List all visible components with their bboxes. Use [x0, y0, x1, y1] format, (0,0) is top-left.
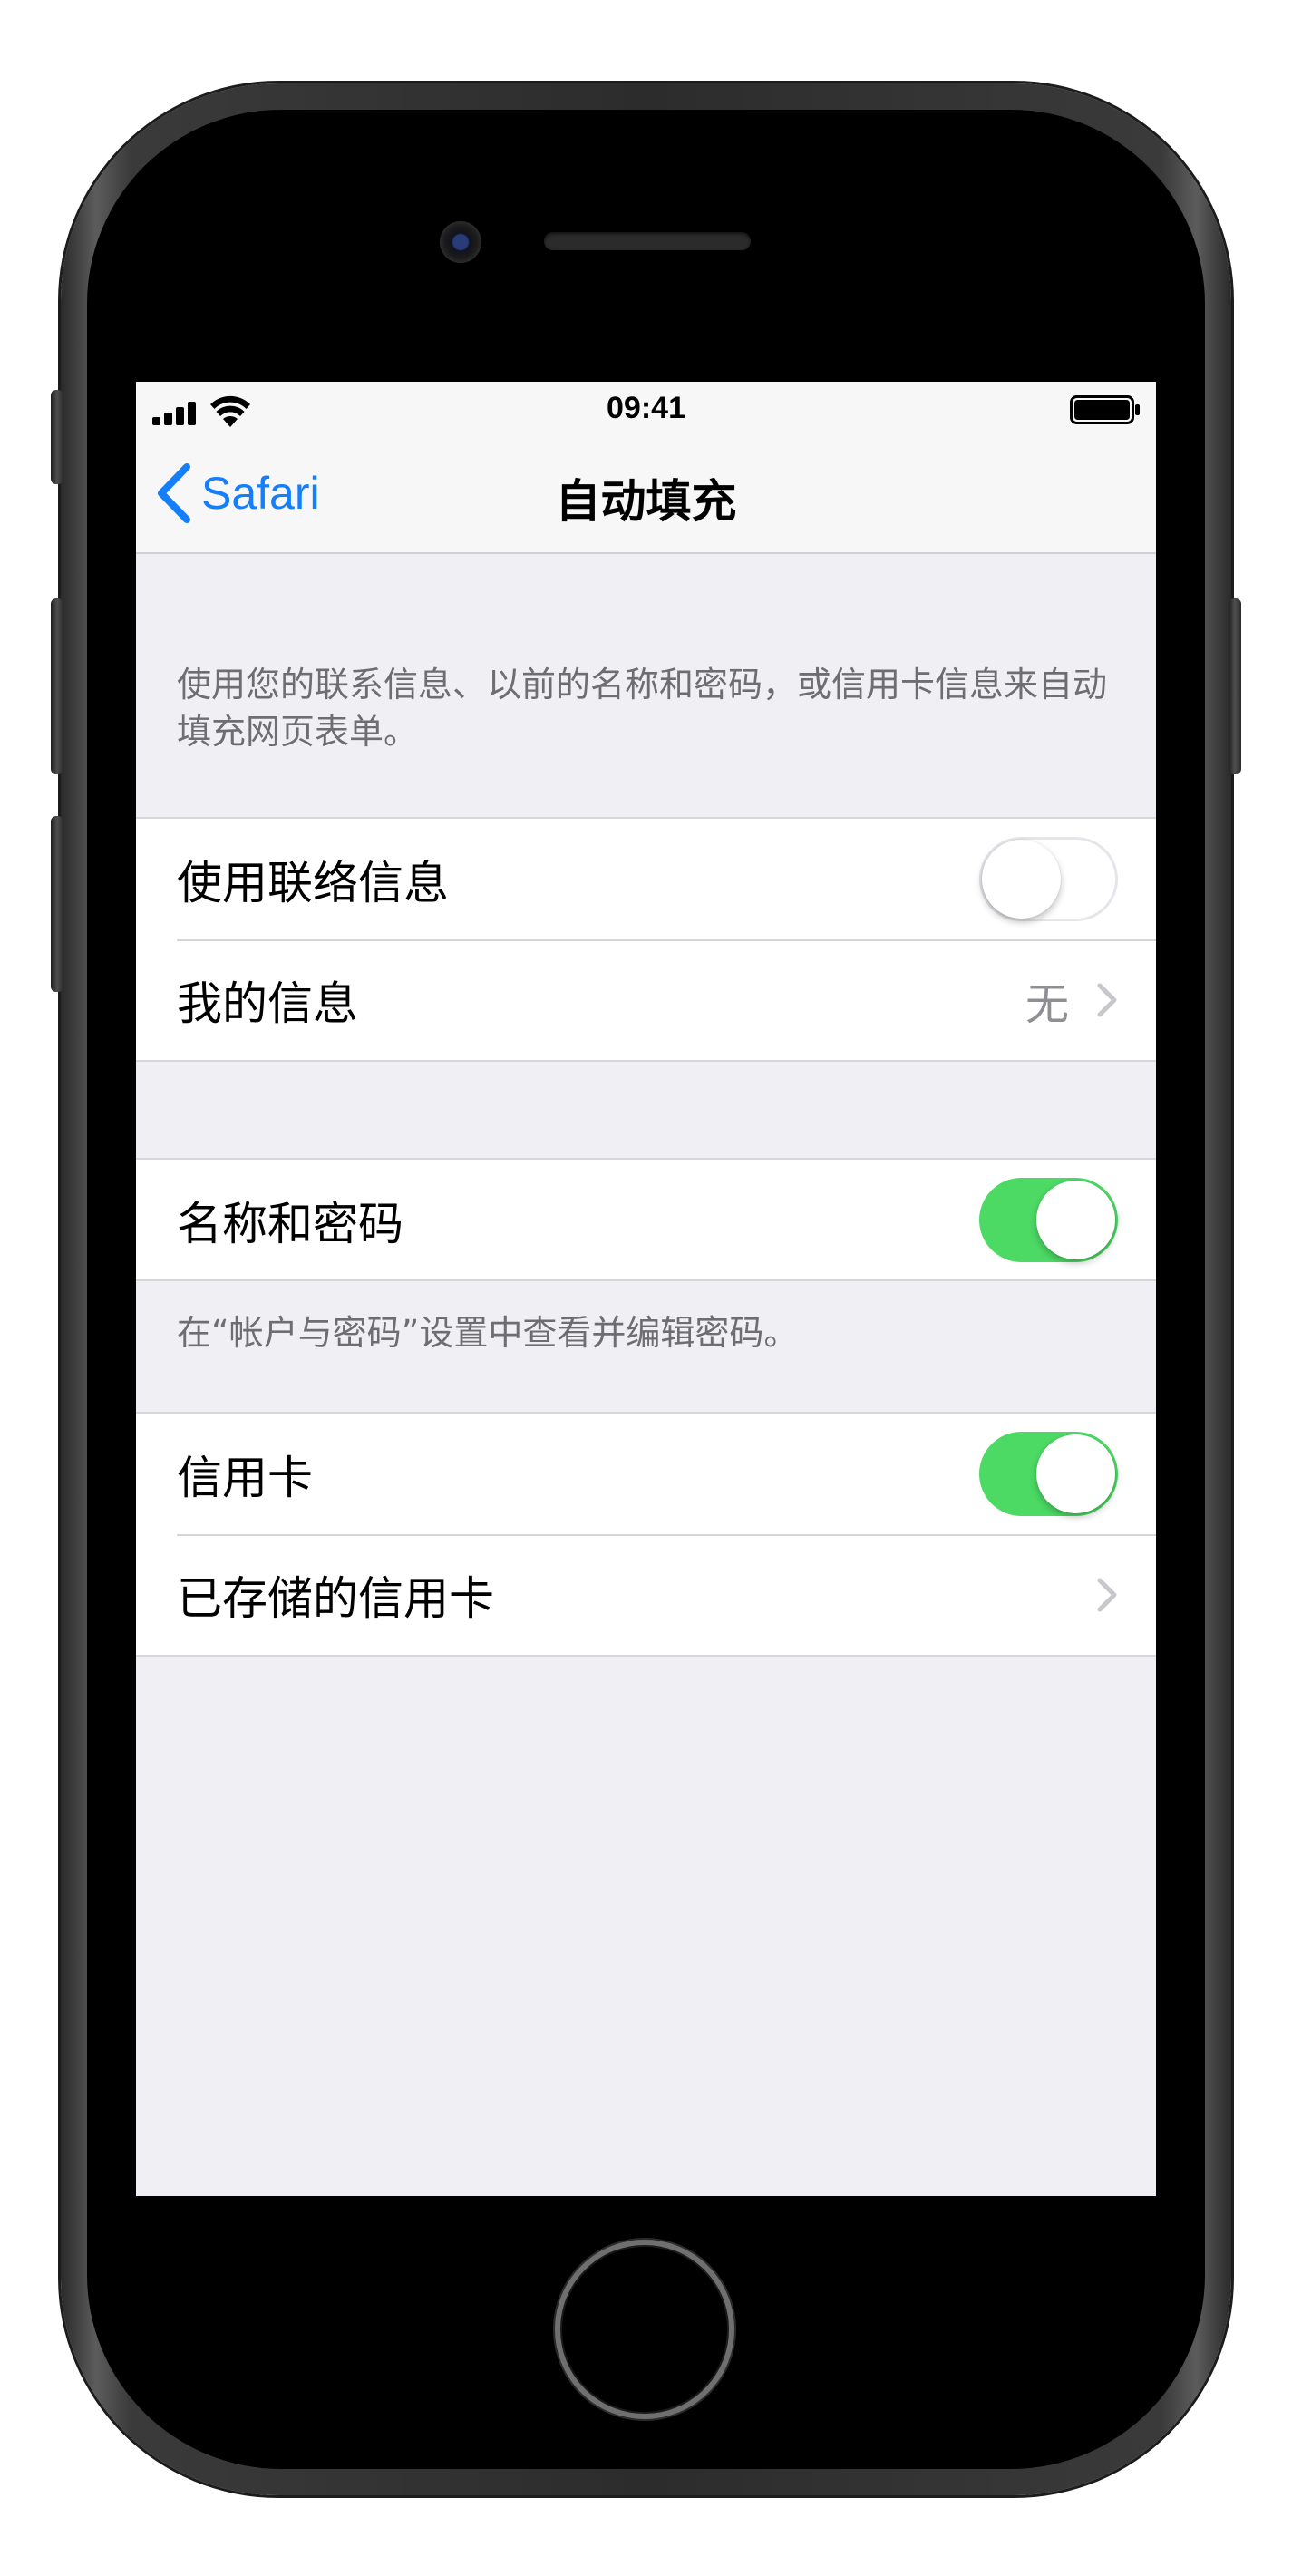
- saved-cards-label: 已存储的信用卡: [177, 1571, 494, 1625]
- navigation-bar: Safari 自动填充: [136, 436, 1156, 554]
- use-contact-label: 使用联络信息: [177, 856, 449, 909]
- autofill-description: 使用您的联系信息、以前的名称和密码，或信用卡信息来自动填充网页表单。: [177, 665, 1108, 752]
- names-passwords-row: 名称和密码: [136, 1160, 1156, 1280]
- names-passwords-label: 名称和密码: [177, 1197, 403, 1250]
- mute-switch: [51, 390, 63, 484]
- earpiece-speaker: [544, 232, 751, 250]
- status-time: 09:41: [607, 391, 685, 425]
- credit-card-row: 信用卡: [136, 1414, 1156, 1534]
- my-info-label: 我的信息: [177, 977, 358, 1030]
- toggle-knob: [1036, 1434, 1115, 1513]
- credit-card-group: 信用卡 已存储的信用卡: [136, 1412, 1156, 1657]
- page-title: 自动填充: [555, 475, 737, 528]
- chevron-right-icon: [1097, 983, 1117, 1016]
- saved-cards-row[interactable]: 已存储的信用卡: [136, 1534, 1156, 1655]
- use-contact-row: 使用联络信息: [136, 819, 1156, 939]
- credit-card-toggle[interactable]: [979, 1432, 1118, 1516]
- my-info-row[interactable]: 我的信息 无: [136, 939, 1156, 1060]
- toggle-knob: [1036, 1181, 1115, 1259]
- chevron-right-icon: [1097, 1578, 1117, 1611]
- passwords-footer-note: 在“帐户与密码”设置中查看并编辑密码。: [177, 1313, 799, 1353]
- use-contact-toggle[interactable]: [979, 837, 1118, 921]
- volume-down-button: [51, 816, 63, 992]
- volume-up-button: [51, 598, 63, 774]
- power-button: [1229, 598, 1241, 774]
- toggle-knob: [982, 840, 1061, 919]
- home-button[interactable]: [555, 2240, 734, 2419]
- screen: 09:41 Safari 自动填充 使用您的联系信息、以前的名称和密码，或信用卡…: [136, 382, 1156, 2196]
- credit-card-label: 信用卡: [177, 1451, 313, 1504]
- status-bar: 09:41: [136, 382, 1156, 436]
- names-passwords-toggle[interactable]: [979, 1178, 1118, 1262]
- my-info-value: 无: [1025, 978, 1069, 1030]
- passwords-group: 名称和密码: [136, 1158, 1156, 1281]
- contact-group: 使用联络信息 我的信息 无: [136, 817, 1156, 1062]
- front-camera: [440, 221, 481, 263]
- battery-icon: [1070, 395, 1140, 424]
